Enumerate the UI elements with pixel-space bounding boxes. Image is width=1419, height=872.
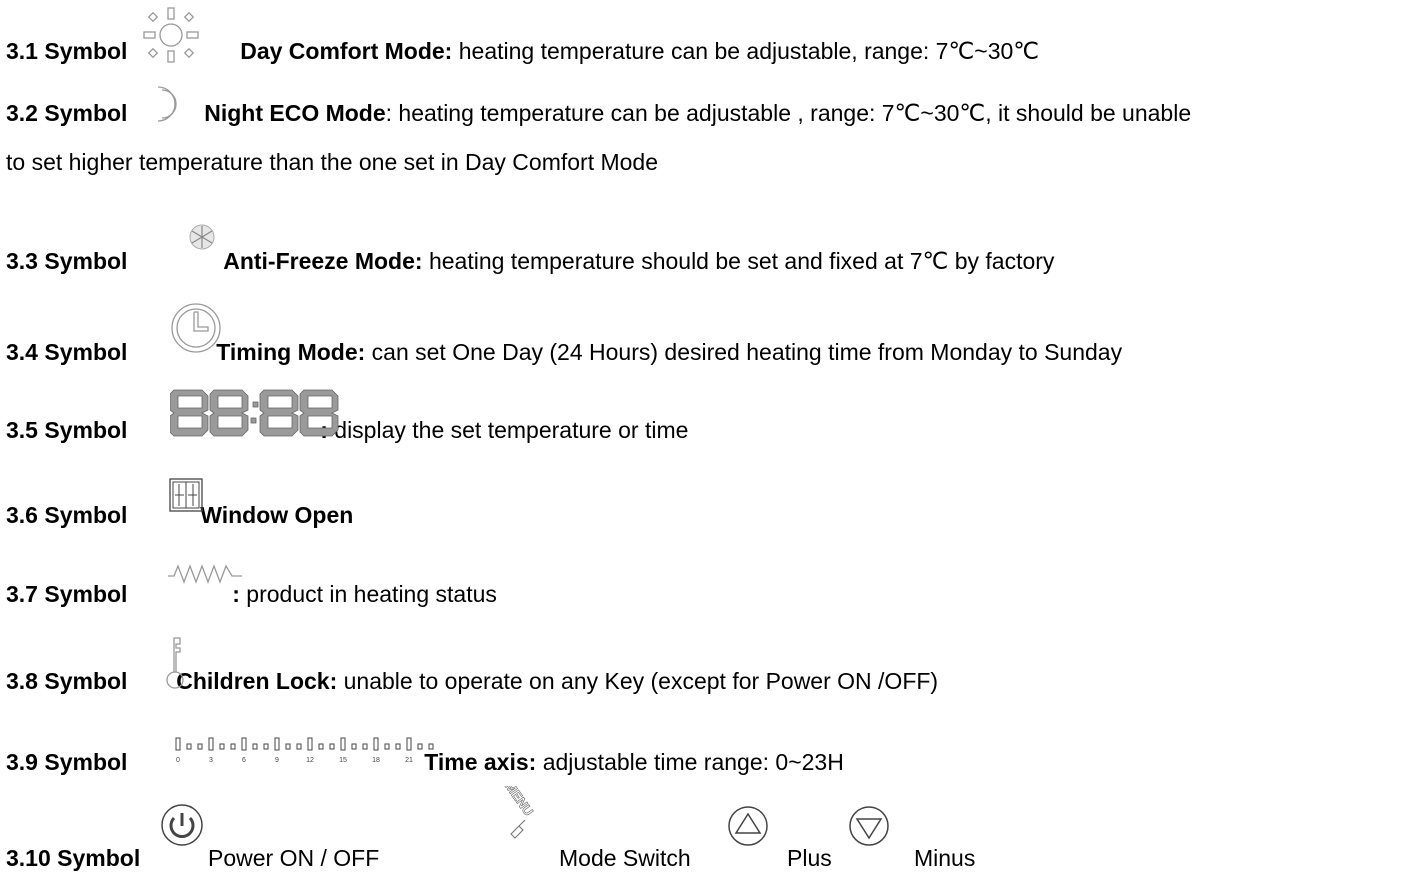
key-icon: [165, 634, 187, 692]
time-axis-minor-tick: [417, 743, 423, 750]
item-number: 3.6 Symbol: [6, 502, 128, 528]
item-text: unable to operate on any Key (except for…: [337, 668, 939, 694]
item-number: 3.5 Symbol: [6, 417, 128, 443]
menu-icon-text: MENU: [502, 786, 536, 819]
item-text: product in heating status: [239, 581, 497, 607]
item-number: 3.1 Symbol: [6, 38, 128, 64]
item-buttons: 3.10 Symbol: [6, 844, 140, 872]
time-axis-minor-tick: [395, 743, 401, 750]
sun-icon: [140, 4, 202, 66]
time-axis-tick-label: 12: [306, 757, 314, 764]
time-axis-minor-tick: [285, 743, 291, 750]
item-text: to set higher temperature than the one s…: [6, 149, 659, 175]
time-axis-minor-tick: [351, 743, 357, 750]
item-title: Anti-Freeze Mode:: [223, 248, 423, 274]
time-axis-major-tick: [373, 737, 379, 751]
heating-wave-icon: [166, 562, 244, 586]
time-axis-major-tick: [307, 737, 313, 751]
item-text: heating temperature should be set and fi…: [422, 248, 1055, 274]
item-children-lock: 3.8 Symbol Children Lock: unable to oper…: [6, 667, 938, 695]
item-number: 3.2 Symbol: [6, 100, 128, 126]
time-axis-minor-tick: [219, 743, 225, 750]
time-axis-minor-tick: [318, 743, 324, 750]
mode-switch-label: Mode Switch: [559, 845, 691, 871]
time-axis-tick-label: 3: [209, 757, 213, 764]
power-label: Power ON / OFF: [208, 845, 380, 871]
time-axis-minor-tick: [384, 743, 390, 750]
item-title: Night ECO Mode: [204, 100, 386, 126]
time-axis-tick-label: 18: [372, 757, 380, 764]
item-text: display the set temperature or time: [327, 417, 689, 443]
menu-icon[interactable]: MENU: [497, 786, 545, 846]
item-number: 3.4 Symbol: [6, 339, 128, 365]
time-axis-minor-tick: [329, 743, 335, 750]
time-axis-minor-tick: [296, 743, 302, 750]
time-axis-tick-label: 9: [275, 757, 279, 764]
up-arrow-icon[interactable]: [726, 804, 770, 848]
power-icon[interactable]: [159, 802, 205, 848]
time-axis-major-tick: [274, 737, 280, 751]
time-axis-tick-label: 15: [339, 757, 347, 764]
time-axis-minor-tick: [252, 743, 258, 750]
snowflake-icon: [187, 222, 217, 252]
item-number: 3.8 Symbol: [6, 668, 128, 694]
time-axis-major-tick: [406, 737, 412, 751]
time-axis-tick-label: 21: [405, 757, 413, 764]
item-number: 3.10 Symbol: [6, 845, 141, 871]
plus-label: Plus: [787, 845, 832, 871]
item-number: 3.9 Symbol: [6, 749, 128, 775]
item-text: : heating temperature can be adjustable …: [385, 100, 1192, 126]
item-heating-status: 3.7 Symbol : product in heating status: [6, 580, 497, 608]
time-axis-minor-tick: [428, 743, 434, 750]
item-text: heating temperature can be adjustable, r…: [452, 38, 1040, 64]
item-anti-freeze: 3.3 Symbol Anti-Freeze Mode: heating tem…: [6, 247, 1054, 275]
item-number: 3.7 Symbol: [6, 581, 128, 607]
time-axis-tick-label: 6: [242, 757, 246, 764]
time-axis-icon: 0 3 6 9 12 15 18 21: [172, 736, 454, 766]
item-text: can set One Day (24 Hours) desired heati…: [365, 339, 1123, 365]
item-title: Children Lock:: [176, 668, 338, 694]
time-axis-minor-tick: [197, 743, 203, 750]
item-night-eco-continued: to set higher temperature than the one s…: [6, 148, 658, 176]
clock-icon: [168, 300, 224, 356]
minus-label: Minus: [914, 845, 976, 871]
time-axis-minor-tick: [362, 743, 368, 750]
item-display: 3.5 Symbol : display the set temperature…: [6, 416, 688, 444]
time-axis-minor-tick: [263, 743, 269, 750]
item-title: Window Open: [200, 502, 354, 528]
item-title: Timing Mode:: [216, 339, 366, 365]
time-axis-major-tick: [175, 737, 181, 751]
down-arrow-icon[interactable]: [847, 804, 891, 848]
time-axis-minor-tick: [186, 743, 192, 750]
moon-icon: [150, 84, 182, 124]
window-icon: [169, 478, 203, 512]
time-axis-major-tick: [340, 737, 346, 751]
item-night-eco: 3.2 Symbol Night ECO Mode: heating tempe…: [6, 99, 1191, 127]
time-axis-major-tick: [208, 737, 214, 751]
seven-segment-display-icon: [170, 386, 342, 438]
time-axis-major-tick: [241, 737, 247, 751]
time-axis-minor-tick: [230, 743, 236, 750]
time-axis-tick-label: 0: [176, 757, 180, 764]
item-title: Day Comfort Mode:: [240, 38, 453, 64]
item-text: adjustable time range: 0~23H: [536, 749, 844, 775]
item-number: 3.3 Symbol: [6, 248, 128, 274]
